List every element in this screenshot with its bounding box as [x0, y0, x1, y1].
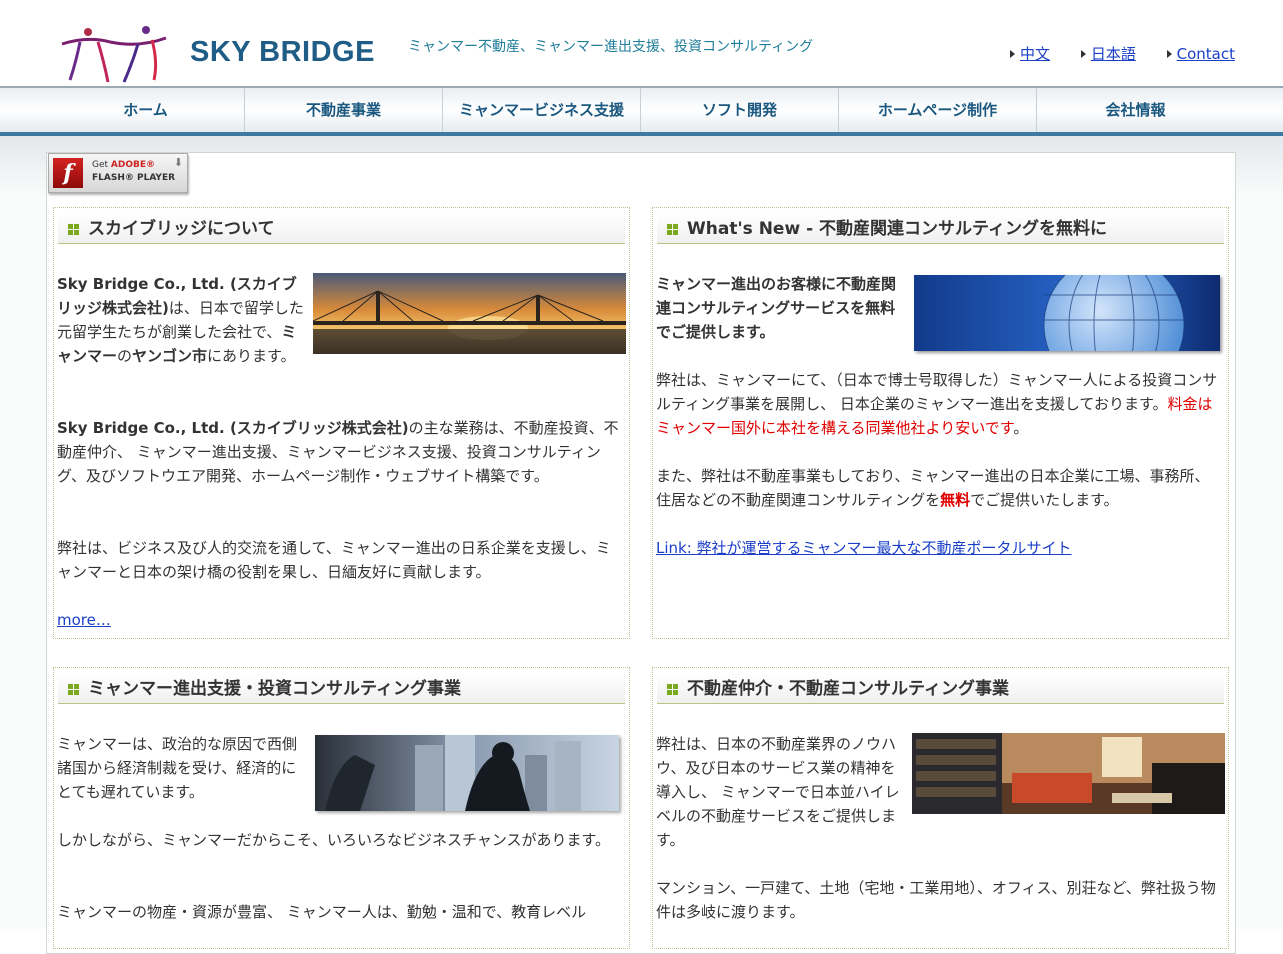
myanmar-support-box: ミャンマー進出支援・投資コンサルティング事業 ミャンマーは、政治的な原因で西側諸…	[53, 667, 630, 949]
news-lead: ミャンマー進出のお客様に不動産関連コンサルティングサービスを無料でご提供します。	[656, 275, 897, 341]
nav-software[interactable]: ソフト開発	[641, 88, 839, 132]
get-flash-player-button[interactable]: f Get ADOBE® FLASH® PLAYER ⬇	[48, 153, 188, 193]
nav-web-production[interactable]: ホームページ制作	[839, 88, 1037, 132]
support-p2: しかしながら、ミャンマーだからこそ、いろいろなビジネスチャンスがあります。	[57, 831, 611, 849]
about-p2: Sky Bridge Co., Ltd. (スカイブリッジ株式会社)の主な業務は…	[57, 419, 619, 485]
link-chinese[interactable]: 中文	[1010, 45, 1050, 63]
whats-new-title: What's New - 不動産関連コンサルティングを無料に	[657, 214, 1224, 244]
about-p1: Sky Bridge Co., Ltd. (スカイブリッジ株式会社)は、日本で留…	[57, 275, 304, 365]
bullet-icon	[667, 684, 678, 695]
more-link[interactable]: more…	[57, 611, 111, 629]
main-nav-bar: ホーム 不動産事業 ミャンマービジネス支援 ソフト開発 ホームページ制作 会社情…	[0, 86, 1283, 138]
about-title: スカイブリッジについて	[58, 214, 625, 244]
sky-bridge-logo-icon	[61, 26, 167, 83]
support-p3: ミャンマーの物産・資源が豊富、 ミャンマー人は、勤勉・温和で、教育レベル	[57, 903, 587, 921]
real-estate-p1: 弊社は、日本の不動産業界のノウハウ、及び日本のサービス業の精神を導入し、 ミャン…	[656, 735, 900, 849]
bridge-sunset-image	[313, 273, 626, 354]
flash-icon: f	[53, 158, 83, 188]
tagline: ミャンマー不動産、ミャンマー進出支援、投資コンサルティング	[408, 39, 814, 55]
news-p2: また、弊社は不動産事業もしており、ミャンマー進出の日本企業に工場、事務所、住居な…	[656, 467, 1210, 509]
myanmar-support-title: ミャンマー進出支援・投資コンサルティング事業	[58, 674, 625, 704]
businessman-city-image	[315, 735, 619, 811]
business-photo	[315, 735, 619, 811]
download-arrow-icon: ⬇	[173, 156, 183, 169]
interior-photo	[912, 733, 1225, 814]
bullet-icon	[667, 224, 678, 235]
globe-photo	[914, 275, 1220, 351]
whats-new-box: What's New - 不動産関連コンサルティングを無料に ミャンマー進出のお…	[652, 207, 1229, 639]
language-links: 中文 日本語 Contact	[984, 43, 1235, 64]
support-p1: ミャンマーは、政治的な原因で西側諸国から経済制裁を受け、経済的にとても遅れていま…	[57, 735, 298, 801]
link-japanese[interactable]: 日本語	[1081, 45, 1136, 63]
bullet-icon	[68, 224, 79, 235]
portal-site-link[interactable]: Link: 弊社が運営するミャンマー最大な不動産ポータルサイト	[656, 539, 1072, 557]
site-header: SKY BRIDGE ミャンマー不動産、ミャンマー進出支援、投資コンサルティング…	[0, 0, 1283, 88]
nav-company[interactable]: 会社情報	[1037, 88, 1234, 132]
link-contact[interactable]: Contact	[1167, 45, 1235, 63]
nav-home[interactable]: ホーム	[47, 88, 245, 132]
interior-room-image	[912, 733, 1225, 814]
news-p1: 弊社は、ミャンマーにて、（日本で博士号取得した）ミャンマー人による投資コンサルテ…	[656, 371, 1218, 437]
bridge-photo	[313, 273, 626, 354]
real-estate-title: 不動産仲介・不動産コンサルティング事業	[657, 674, 1224, 704]
real-estate-box: 不動産仲介・不動産コンサルティング事業 弊社は、日本の不動産業界のノウハウ、及び…	[652, 667, 1229, 949]
logo-text: SKY BRIDGE	[190, 36, 375, 68]
real-estate-p2: マンション、一戸建て、土地（宅地・工業用地）、オフィス、別荘など、弊社扱う物件は…	[656, 879, 1216, 921]
about-box: スカイブリッジについて Sky Bridge Co., Ltd. (スカイブリッ…	[53, 207, 630, 639]
bullet-icon	[68, 684, 79, 695]
nav-myanmar-business[interactable]: ミャンマービジネス支援	[443, 88, 641, 132]
main-nav: ホーム 不動産事業 ミャンマービジネス支援 ソフト開発 ホームページ制作 会社情…	[47, 88, 1234, 132]
about-p3: 弊社は、ビジネス及び人的交流を通して、ミャンマー進出の日系企業を支援し、ミャンマ…	[57, 539, 611, 581]
nav-real-estate[interactable]: 不動産事業	[245, 88, 443, 132]
globe-image	[914, 275, 1220, 351]
